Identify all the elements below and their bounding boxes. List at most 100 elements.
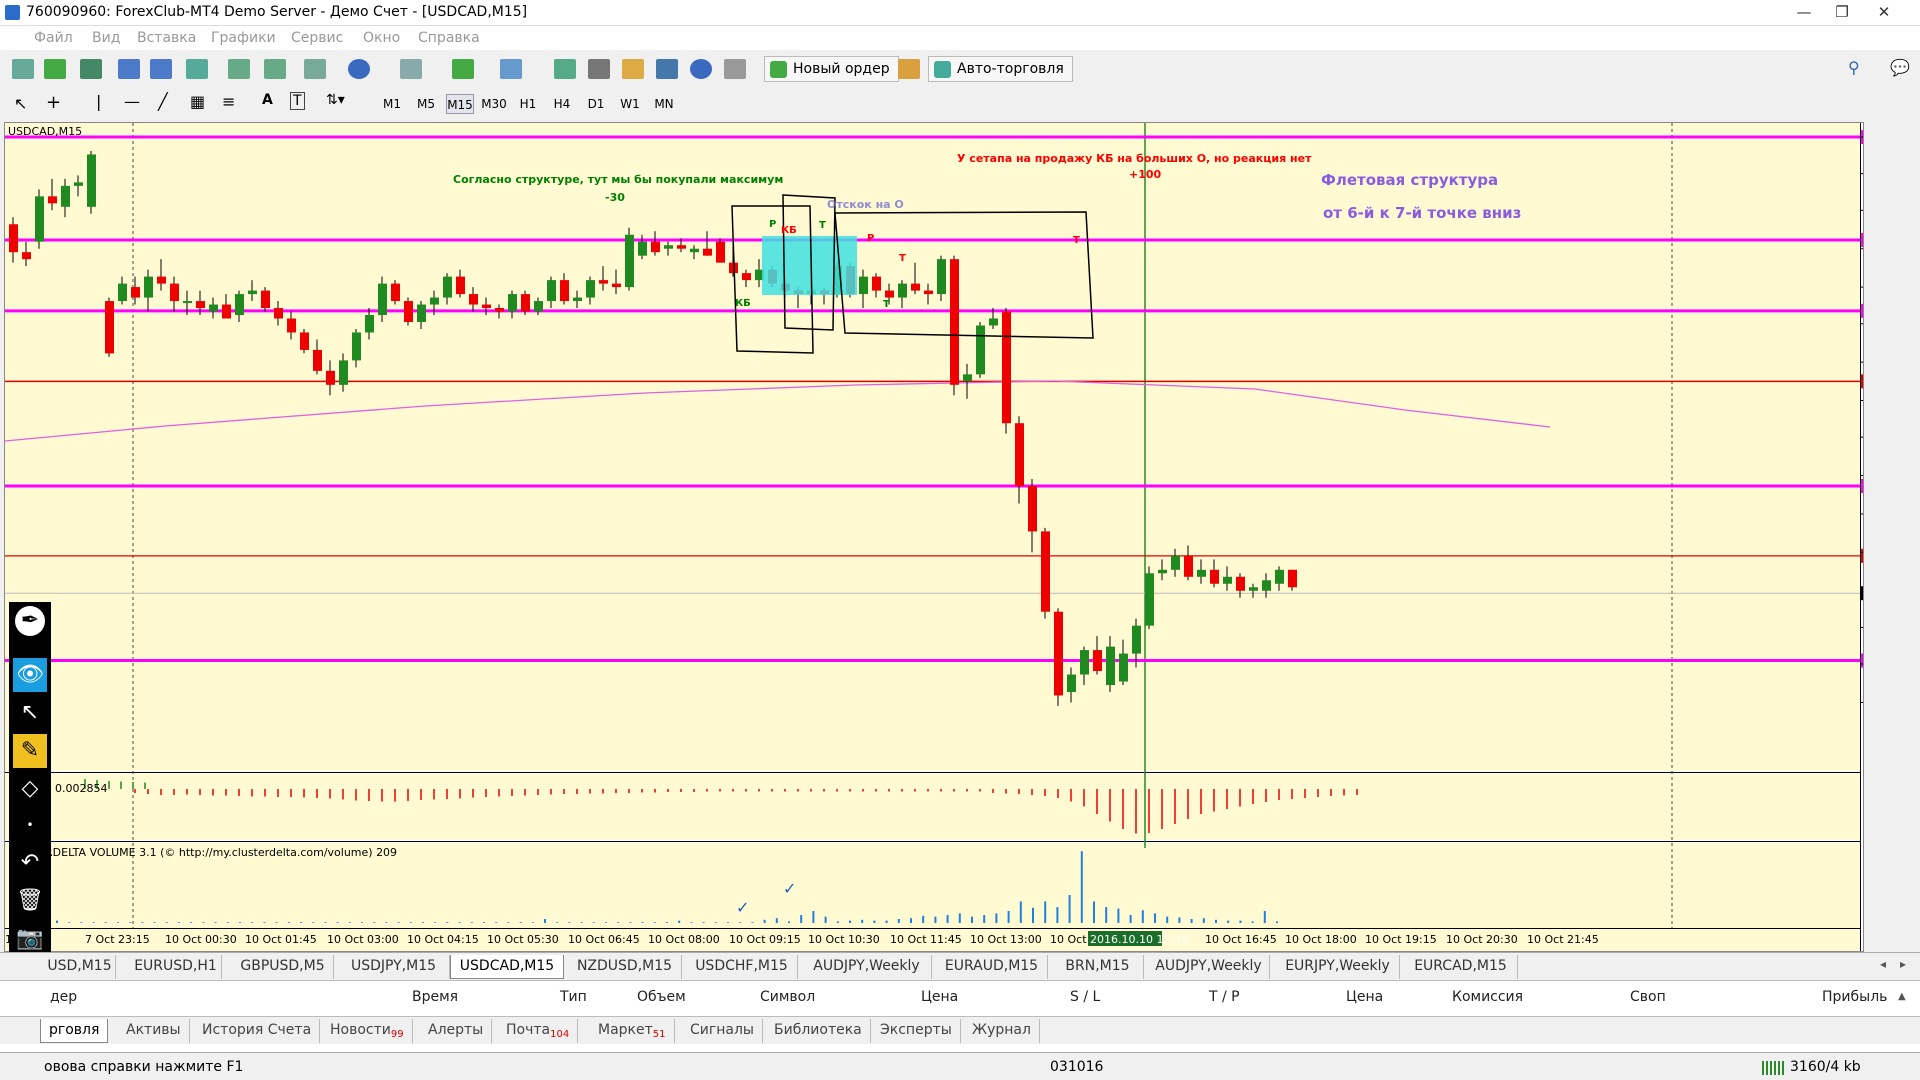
terminal-icon[interactable]	[656, 59, 678, 79]
periods-icon[interactable]	[348, 59, 370, 79]
col-profit[interactable]: Прибыль	[1822, 989, 1887, 1005]
bar-chart-icon[interactable]	[12, 59, 34, 79]
chart-tab[interactable]: EURAUD,M15	[936, 955, 1048, 979]
timeframe-w1[interactable]: W1	[616, 94, 644, 114]
chart-window[interactable]: 1.330001.327051.325021.323001.320001.318…	[4, 122, 1864, 952]
col-symbol[interactable]: Символ	[760, 989, 815, 1005]
chart-tab[interactable]: AUDJPY,Weekly	[802, 955, 932, 979]
chart-tab[interactable]: AUDJPY,Weekly	[1148, 955, 1270, 979]
camera-icon[interactable]: 📷	[13, 922, 47, 956]
market-watch-icon[interactable]	[554, 59, 576, 79]
channel-icon[interactable]: ▦	[190, 92, 205, 111]
terminal-tab-signals[interactable]: Сигналы	[682, 1019, 763, 1043]
col-sl[interactable]: S / L	[1070, 989, 1100, 1005]
line-chart-icon[interactable]	[80, 59, 102, 79]
menu-file[interactable]: Файл	[34, 30, 73, 46]
timeframe-m30[interactable]: M30	[480, 94, 508, 114]
restore-button[interactable]: ❐	[1823, 0, 1861, 26]
new-order-button[interactable]: Новый ордер	[764, 56, 899, 82]
vertical-line-icon[interactable]: |	[96, 92, 101, 111]
horizontal-line-icon[interactable]: —	[124, 92, 140, 111]
timeframe-mn[interactable]: MN	[650, 94, 678, 114]
terminal-tab-news[interactable]: Новости99	[322, 1019, 413, 1043]
timeframe-d1[interactable]: D1	[582, 94, 610, 114]
arrows-icon[interactable]: ⇅▾	[326, 92, 345, 108]
scroll-right-icon[interactable]: ▸	[1900, 957, 1906, 971]
pen-icon[interactable]: ✒	[15, 606, 45, 636]
chart-tab[interactable]: USD,M15	[44, 955, 116, 979]
trendline-icon[interactable]: ╱	[158, 92, 168, 111]
zoom-in-icon[interactable]	[118, 59, 140, 79]
terminal-tab-trade[interactable]: рговля	[40, 1019, 109, 1043]
terminal-tab-alerts[interactable]: Алерты	[420, 1019, 493, 1043]
crosshair-icon[interactable]	[588, 59, 610, 79]
menu-charts[interactable]: Графики	[211, 30, 276, 46]
col-type[interactable]: Тип	[560, 989, 587, 1005]
chart-shift-icon[interactable]	[228, 59, 250, 79]
templates-icon[interactable]	[400, 59, 422, 79]
zoom-out-icon[interactable]	[150, 59, 172, 79]
terminal-tab-journal[interactable]: Журнал	[964, 1019, 1040, 1043]
indicators-icon[interactable]	[304, 59, 326, 79]
expert-advisors-icon[interactable]	[898, 59, 920, 79]
fibonacci-icon[interactable]: ≡	[222, 92, 235, 111]
text-icon[interactable]: A	[262, 92, 273, 108]
col-swap[interactable]: Своп	[1630, 989, 1666, 1005]
col-tp[interactable]: T / P	[1209, 989, 1240, 1005]
scroll-up-icon[interactable]: ▲	[1898, 991, 1906, 1002]
eye-icon[interactable]: 👁	[13, 658, 47, 692]
menu-insert[interactable]: Вставка	[137, 30, 196, 46]
chart-tab[interactable]: BRN,M15	[1052, 955, 1144, 979]
trash-icon[interactable]: 🗑	[13, 884, 47, 918]
undo-icon[interactable]: ↶	[13, 846, 47, 880]
search-icon[interactable]	[724, 59, 746, 79]
menu-help[interactable]: Справка	[418, 30, 480, 46]
timeframe-h4[interactable]: H4	[548, 94, 576, 114]
terminal-tab-assets[interactable]: Активы	[118, 1019, 190, 1043]
pointer-icon[interactable]: ↖	[13, 696, 47, 730]
col-volume[interactable]: Объем	[637, 989, 686, 1005]
timeframe-m5[interactable]: M5	[412, 94, 440, 114]
chart-tab[interactable]: EURJPY,Weekly	[1276, 955, 1400, 979]
chat-icon[interactable]: 💬	[1890, 58, 1910, 77]
text-label-icon[interactable]: T	[290, 92, 305, 110]
terminal-tab-library[interactable]: Библиотека	[766, 1019, 871, 1043]
auto-trading-button[interactable]: Авто-торговля	[928, 56, 1073, 82]
crosshair-tool-icon[interactable]: +	[46, 92, 61, 113]
scroll-left-icon[interactable]: ◂	[1880, 957, 1886, 971]
tile-windows-icon[interactable]	[186, 59, 208, 79]
chart-tab[interactable]: USDCHF,M15	[686, 955, 798, 979]
chart-tab[interactable]: GBPUSD,M5	[232, 955, 334, 979]
timeframe-m15[interactable]: M15	[446, 94, 474, 114]
navigator-icon[interactable]	[622, 59, 644, 79]
cursor-icon[interactable]: ↖	[14, 94, 27, 113]
terminal-tab-experts[interactable]: Эксперты	[872, 1019, 961, 1043]
terminal-tab-market[interactable]: Маркет51	[590, 1019, 675, 1043]
terminal-tab-mail[interactable]: Почта104	[498, 1019, 579, 1043]
minimize-button[interactable]: —	[1785, 0, 1823, 26]
chart-tab[interactable]: EURCAD,M15	[1404, 955, 1518, 979]
price-chart[interactable]: 1.330001.327051.325021.323001.320001.318…	[5, 123, 1863, 951]
eraser-icon[interactable]: ◇	[13, 772, 47, 806]
col-commission[interactable]: Комиссия	[1452, 989, 1523, 1005]
candlestick-icon[interactable]	[44, 59, 66, 79]
timeframe-m1[interactable]: M1	[378, 94, 406, 114]
menu-view[interactable]: Вид	[92, 30, 120, 46]
dot-icon[interactable]: •	[13, 808, 47, 842]
new-chart-icon[interactable]	[452, 59, 474, 79]
autoscroll-icon[interactable]	[264, 59, 286, 79]
menu-tools[interactable]: Сервис	[291, 30, 343, 46]
highlighter-icon[interactable]: ✎	[13, 734, 47, 768]
menu-window[interactable]: Окно	[363, 30, 400, 46]
chart-tab[interactable]: NZDUSD,M15	[568, 955, 682, 979]
terminal-tab-history[interactable]: История Счета	[194, 1019, 321, 1043]
chart-tab-active[interactable]: USDCAD,M15	[450, 955, 564, 979]
col-order[interactable]: дер	[50, 989, 77, 1005]
profiles-icon[interactable]	[500, 59, 522, 79]
col-price[interactable]: Цена	[921, 989, 958, 1005]
close-button[interactable]: ✕	[1865, 0, 1903, 26]
chart-tab[interactable]: EURUSD,H1	[130, 955, 222, 979]
timeframe-h1[interactable]: H1	[514, 94, 542, 114]
chart-tab[interactable]: USDJPY,M15	[338, 955, 450, 979]
strategy-tester-icon[interactable]	[690, 59, 712, 79]
